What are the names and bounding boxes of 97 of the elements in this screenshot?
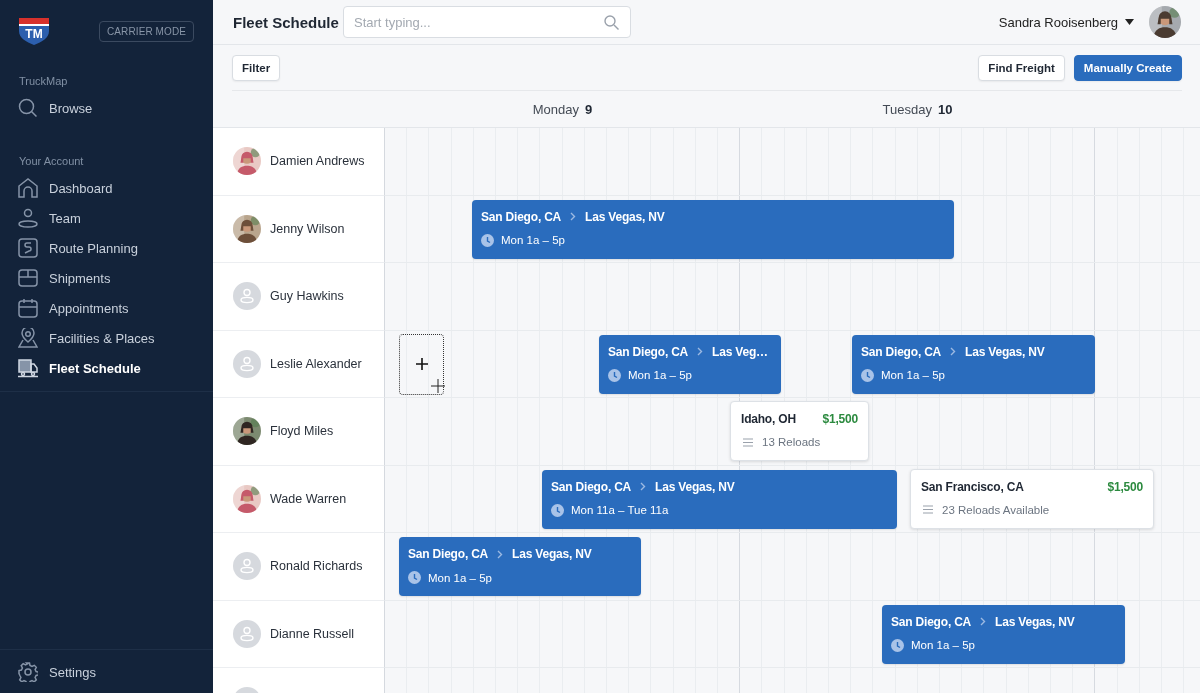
sidebar-item[interactable]: Settings (0, 657, 213, 687)
mode-badge: CARRIER MODE (99, 20, 194, 42)
trip-card[interactable]: San Diego, CA Las Veg… Mon 1a – 5p (599, 334, 781, 394)
trip-card[interactable]: San Diego, CA Las Vegas, NV Mon 1a – 5p (472, 199, 954, 259)
timeline-row[interactable]: Idaho, OH $1,500 13 Reloads (385, 398, 1200, 466)
person-icon (18, 208, 38, 228)
chevron-icon (980, 617, 987, 626)
settings-icon (18, 662, 38, 682)
destination-label: Las Vegas, NV (585, 209, 665, 224)
section-heading: TruckMap (18, 74, 69, 89)
time-range: Mon 1a – 5p (428, 571, 492, 584)
plus-icon (415, 358, 428, 370)
chevron-icon (640, 482, 647, 491)
find-freight-button[interactable]: Find Freight (978, 54, 1065, 81)
driver-name: Dianne Russell (270, 626, 355, 641)
crosshair-cursor-icon (431, 378, 445, 393)
destination-label: Las Veg… (712, 344, 768, 359)
driver-name: Jenny Wilson (270, 221, 345, 236)
timeline-row[interactable]: San Diego, CA Las Vegas, NV Mon 1a – 5p (385, 195, 1200, 263)
home-icon (18, 178, 38, 198)
logo[interactable]: TM (18, 17, 50, 45)
clock-icon (861, 368, 874, 382)
calendar-icon (18, 298, 38, 318)
driver-name: Leslie Alexander (270, 356, 362, 371)
user-name[interactable]: Sandra Rooisenberg (998, 14, 1118, 30)
location-pin-icon (18, 328, 38, 348)
trip-card[interactable]: San Diego, CA Las Vegas, NV Mon 1a – 5p (882, 604, 1125, 664)
destination-label: Las Vegas, NV (512, 547, 592, 561)
destination-label: Las Vegas, NV (655, 479, 735, 494)
load-card[interactable]: Idaho, OH $1,500 13 Reloads (730, 401, 869, 461)
day-date: 10 (937, 101, 953, 117)
time-range: Mon 1a – 5p (628, 369, 692, 381)
destination-label: Las Vegas, NV (995, 614, 1075, 629)
trip-card[interactable]: San Diego, CA Las Vegas, NV Mon 1a – 5p (852, 334, 1095, 394)
list-icon (923, 505, 933, 514)
timeline-row[interactable]: San Diego, CA Las Veg… Mon 1a – 5p San Diego, CA Las Vegas, NV Mon 1a – 5p (385, 330, 1200, 398)
list-icon (743, 437, 753, 447)
place-label: Idaho, OH (741, 412, 796, 426)
sidebar-item[interactable]: Browse (0, 93, 213, 123)
clock-icon (481, 233, 494, 247)
destination-label: Las Vegas, NV (965, 344, 1045, 359)
caret-icon[interactable] (1125, 19, 1134, 25)
sidebar-item[interactable]: Appointments (0, 293, 213, 323)
driver-name: Wade Warren (270, 491, 347, 506)
origin-label: San Diego, CA (408, 547, 489, 561)
time-range: Mon 1a – 5p (881, 369, 945, 381)
timeline-row[interactable]: San Diego, CA Las Vegas, NV Mon 1a – 5p (385, 533, 1200, 601)
timeline-row[interactable] (385, 128, 1200, 196)
page-title: Fleet Schedule (233, 13, 340, 31)
price: $1,500 (822, 412, 858, 426)
sidebar-item[interactable]: Fleet Schedule (0, 353, 213, 383)
reloads-count: 23 Reloads Available (942, 503, 1050, 516)
manually-create-button[interactable]: Manually Create (1073, 54, 1182, 81)
trip-card[interactable]: San Diego, CA Las Vegas, NV Mon 11a – Tue 11a (542, 469, 897, 529)
reloads-count: 13 Reloads (762, 436, 821, 448)
clock-icon (891, 638, 904, 652)
sidebar-item[interactable]: Route Planning (0, 233, 213, 263)
price: $1,500 (1107, 479, 1143, 494)
sidebar-item[interactable]: Dashboard (0, 173, 213, 203)
day-date: 9 (585, 101, 593, 117)
time-range: Mon 1a – 5p (501, 234, 565, 246)
day-name: Tuesday (882, 101, 932, 117)
clock-icon (551, 503, 564, 517)
driver-name: Floyd Miles (270, 424, 334, 439)
chevron-icon (570, 212, 577, 221)
search-icon (604, 15, 619, 30)
filter-button[interactable]: Filter (232, 54, 281, 81)
origin-label: San Diego, CA (861, 344, 942, 359)
sidebar-item[interactable]: Team (0, 203, 213, 233)
route-icon (18, 238, 38, 258)
origin-label: San Diego, CA (891, 614, 972, 629)
place-label: San Francisco, CA (921, 479, 1024, 494)
load-card[interactable]: San Francisco, CA $1,500 23 Reloads Available (910, 468, 1154, 529)
origin-label: San Diego, CA (608, 344, 689, 359)
trip-card[interactable]: San Diego, CA Las Vegas, NV Mon 1a – 5p (399, 537, 641, 596)
day-name: Monday (532, 101, 579, 117)
time-range: Mon 1a – 5p (911, 639, 975, 651)
driver-name: Guy Hawkins (270, 289, 344, 304)
origin-label: San Diego, CA (551, 479, 632, 494)
driver-name: Damien Andrews (270, 154, 365, 169)
clock-icon (608, 368, 621, 382)
chevron-icon (950, 347, 957, 356)
box-icon (18, 268, 38, 288)
section-heading: Your Account (18, 154, 85, 169)
truck-icon (18, 358, 38, 378)
timeline-row[interactable]: San Diego, CA Las Vegas, NV Mon 1a – 5p (385, 600, 1200, 668)
sidebar-item[interactable]: Facilities & Places (0, 323, 213, 353)
search-icon (18, 98, 38, 118)
origin-label: San Diego, CA (481, 209, 562, 224)
chevron-icon (497, 549, 504, 559)
clock-icon (408, 571, 421, 584)
timeline-row[interactable]: San Diego, CA Las Vegas, NV Mon 11a – Tue 11a San Francisco, CA $1,500 23 Reloads Available (385, 465, 1200, 533)
chevron-icon (697, 347, 704, 356)
sidebar-item[interactable]: Shipments (0, 263, 213, 293)
search-field[interactable]: Start typing... (343, 6, 631, 38)
driver-name: Ronald Richards (270, 559, 363, 574)
time-range: Mon 11a – Tue 11a (571, 504, 669, 516)
